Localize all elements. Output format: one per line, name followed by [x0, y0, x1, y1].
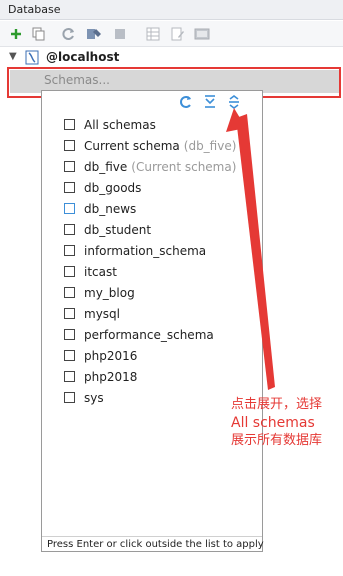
- checkbox[interactable]: [64, 245, 75, 256]
- checkbox[interactable]: [64, 371, 75, 382]
- list-item-php2018[interactable]: php2018: [42, 367, 262, 388]
- refresh-icon[interactable]: [178, 94, 194, 110]
- item-label: db_goods: [84, 181, 142, 195]
- add-icon[interactable]: [6, 24, 26, 44]
- checkbox[interactable]: [64, 224, 75, 235]
- list-item-db-five[interactable]: db_five (Current schema): [42, 157, 262, 178]
- checkbox[interactable]: [64, 140, 75, 151]
- checkbox[interactable]: [64, 329, 75, 340]
- list-item-itcast[interactable]: itcast: [42, 262, 262, 283]
- schema-list: All schemas Current schema (db_five) db_f…: [42, 115, 262, 409]
- list-item-current-schema[interactable]: Current schema (db_five): [42, 136, 262, 157]
- item-label: php2016: [84, 349, 138, 363]
- checkbox[interactable]: [64, 161, 75, 172]
- checkbox[interactable]: [64, 266, 75, 277]
- checkbox[interactable]: [64, 119, 75, 130]
- list-item-performance-schema[interactable]: performance_schema: [42, 325, 262, 346]
- annotation-line-3: 展示所有数据库: [231, 433, 323, 448]
- copy-icon[interactable]: [29, 24, 49, 44]
- schemas-placeholder: Schemas...: [44, 73, 110, 87]
- item-label: db_student: [84, 223, 152, 237]
- collapse-all-icon[interactable]: [226, 94, 242, 110]
- checkbox[interactable]: [64, 203, 75, 214]
- database-toolbar: [0, 21, 343, 47]
- schema-popup: All schemas Current schema (db_five) db_f…: [41, 90, 264, 552]
- popup-toolbar: [42, 91, 262, 113]
- annotation-line-1: 点击展开，选择: [231, 397, 323, 412]
- chevron-down-icon[interactable]: ▼: [9, 51, 17, 62]
- item-label: sys: [84, 391, 104, 405]
- database-panel-header: Database: [0, 0, 343, 20]
- refresh-icon[interactable]: [59, 24, 79, 44]
- edit-icon[interactable]: [168, 24, 188, 44]
- stop-icon[interactable]: [110, 24, 130, 44]
- list-item-php2016[interactable]: php2016: [42, 346, 262, 367]
- expand-all-icon[interactable]: [202, 94, 218, 110]
- list-item-db-news[interactable]: db_news: [42, 199, 262, 220]
- item-label: php2018: [84, 370, 138, 384]
- connection-label: @localhost: [46, 50, 120, 64]
- list-item-my-blog[interactable]: my_blog: [42, 283, 262, 304]
- tree-node-localhost[interactable]: ▼ @localhost: [0, 48, 343, 68]
- console-icon[interactable]: [192, 24, 212, 44]
- annotation-line-2: All schemas: [231, 415, 315, 431]
- item-hint: (Current schema): [131, 160, 237, 174]
- checkbox[interactable]: [64, 350, 75, 361]
- table-icon[interactable]: [143, 24, 163, 44]
- item-label: db_five (Current schema): [84, 160, 237, 174]
- list-item-db-goods[interactable]: db_goods: [42, 178, 262, 199]
- item-label: db_news: [84, 202, 137, 216]
- list-item-sys[interactable]: sys: [42, 388, 262, 409]
- list-item-information-schema[interactable]: information_schema: [42, 241, 262, 262]
- item-label: information_schema: [84, 244, 207, 258]
- checkbox[interactable]: [64, 287, 75, 298]
- item-label: Current schema (db_five): [84, 139, 237, 153]
- panel-title: Database: [8, 3, 61, 16]
- item-label: performance_schema: [84, 328, 214, 342]
- list-item-db-student[interactable]: db_student: [42, 220, 262, 241]
- item-hint: (db_five): [183, 139, 237, 153]
- item-label: my_blog: [84, 286, 135, 300]
- checkbox[interactable]: [64, 182, 75, 193]
- item-label: All schemas: [84, 118, 156, 132]
- item-label: itcast: [84, 265, 117, 279]
- list-item-all-schemas[interactable]: All schemas: [42, 115, 262, 136]
- checkbox[interactable]: [64, 392, 75, 403]
- annotation-text: 点击展开，选择 All schemas 展示所有数据库: [231, 396, 322, 450]
- datasource-icon: [25, 50, 39, 65]
- popup-footer: Press Enter or click outside the list to…: [42, 536, 264, 551]
- list-item-mysql[interactable]: mysql: [42, 304, 262, 325]
- item-label: mysql: [84, 307, 120, 321]
- checkbox[interactable]: [64, 308, 75, 319]
- properties-icon[interactable]: [84, 24, 104, 44]
